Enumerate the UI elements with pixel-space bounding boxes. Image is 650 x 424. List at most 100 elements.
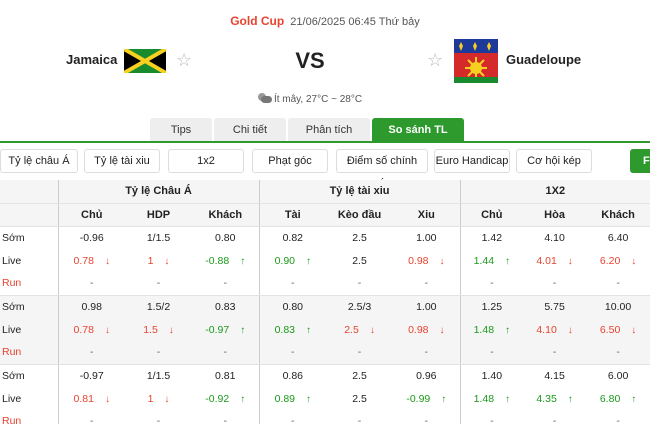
odds-cell[interactable]: 4.15	[523, 364, 586, 387]
tab-odds-compare[interactable]: So sánh TL	[372, 118, 464, 142]
odds-cell[interactable]: 0.89 ↑	[258, 387, 327, 410]
tab-tips[interactable]: Tips	[150, 118, 212, 142]
odds-cell[interactable]: -0.97	[57, 364, 125, 387]
odds-cell[interactable]: -	[326, 272, 394, 296]
odds-cell[interactable]: -	[459, 410, 524, 424]
odds-cell[interactable]: -	[523, 272, 587, 296]
odds-cell[interactable]: -	[459, 341, 524, 365]
tab-details[interactable]: Chi tiết	[214, 118, 286, 142]
odds-cell[interactable]: -	[258, 272, 327, 296]
odds-cell[interactable]: -0.96	[57, 226, 125, 249]
odds-cell[interactable]: 1/1.5	[125, 364, 192, 387]
odds-cell[interactable]: 10.00	[586, 295, 650, 318]
odds-cell[interactable]: 0.81	[192, 364, 259, 387]
odds-cell[interactable]: 0.80	[258, 295, 327, 318]
odds-cell[interactable]: 0.98	[57, 295, 125, 318]
odds-cell[interactable]: 2.5/3	[326, 295, 394, 318]
filter-euro-handicap[interactable]: Euro Handicap	[434, 149, 510, 173]
odds-cell[interactable]: 1.40	[459, 364, 524, 387]
odds-cell[interactable]: -	[57, 272, 125, 296]
odds-cell[interactable]: -	[57, 341, 125, 365]
odds-cell[interactable]: 1.42	[459, 226, 524, 249]
odds-cell[interactable]: 1.5/2	[125, 295, 192, 318]
odds-cell[interactable]: -	[586, 341, 650, 365]
odds-cell[interactable]: 1.25	[459, 295, 524, 318]
odds-cell[interactable]: 2.5	[326, 249, 393, 272]
filter-corners[interactable]: Phạt góc	[252, 149, 328, 173]
odds-cell[interactable]: -	[125, 341, 192, 365]
odds-value: 2.5	[352, 392, 367, 405]
subheader-line: Kèo đầu	[326, 203, 394, 227]
odds-cell[interactable]: 6.80 ↑	[586, 387, 650, 410]
odds-cell[interactable]: 0.98 ↓	[393, 249, 460, 272]
filter-over-under[interactable]: Tỷ lệ tài xiu	[84, 149, 160, 173]
filter-asian-handicap[interactable]: Tỷ lệ châu Á	[0, 149, 78, 173]
odds-cell[interactable]: -	[459, 272, 524, 296]
filter-correct-score[interactable]: Điểm số chính xác	[336, 149, 428, 189]
tab-analysis[interactable]: Phân tích	[288, 118, 370, 142]
odds-cell[interactable]: 2.5 ↓	[326, 318, 394, 341]
league-name[interactable]: Gold Cup	[230, 14, 284, 28]
odds-cell[interactable]: -	[326, 341, 394, 365]
odds-cell[interactable]: -	[125, 272, 192, 296]
odds-cell[interactable]: 1.00	[393, 226, 460, 249]
odds-cell[interactable]: 5.75	[523, 295, 587, 318]
odds-cell[interactable]: 1.5 ↓	[125, 318, 192, 341]
odds-cell[interactable]: 1.48 ↑	[459, 387, 524, 410]
odds-value: 6.50	[599, 323, 621, 336]
filter-more-button[interactable]: F	[630, 149, 650, 173]
odds-cell[interactable]: -	[326, 410, 394, 424]
odds-cell[interactable]: 0.82	[258, 226, 327, 249]
odds-cell[interactable]: 4.35 ↑	[523, 387, 586, 410]
filter-1x2[interactable]: 1x2	[168, 149, 244, 173]
odds-cell[interactable]: -	[125, 410, 192, 424]
odds-cell[interactable]: -	[393, 272, 461, 296]
odds-cell[interactable]: 0.78 ↓	[57, 249, 125, 272]
odds-cell[interactable]: 1.00	[393, 295, 461, 318]
odds-cell[interactable]: 0.98 ↓	[393, 318, 461, 341]
odds-cell[interactable]: 6.50 ↓	[586, 318, 650, 341]
odds-cell[interactable]: 1 ↓	[125, 249, 192, 272]
odds-cell[interactable]: 0.86	[258, 364, 327, 387]
odds-cell[interactable]: -	[393, 410, 461, 424]
odds-cell[interactable]: -	[192, 272, 260, 296]
odds-cell[interactable]: -	[192, 410, 260, 424]
away-team-name[interactable]: Guadeloupe	[506, 52, 581, 67]
odds-cell[interactable]: 4.10	[523, 226, 586, 249]
odds-cell[interactable]: -	[523, 410, 587, 424]
odds-cell[interactable]: -	[258, 341, 327, 365]
odds-cell[interactable]: 1.44 ↑	[459, 249, 524, 272]
odds-cell[interactable]: 0.83 ↑	[258, 318, 327, 341]
odds-cell[interactable]: 4.10 ↓	[523, 318, 587, 341]
odds-cell[interactable]: 2.5	[326, 364, 393, 387]
odds-cell[interactable]: 0.96	[393, 364, 460, 387]
odds-cell[interactable]: 1.48 ↑	[459, 318, 524, 341]
odds-cell[interactable]: 0.83	[192, 295, 260, 318]
odds-cell[interactable]: -0.92 ↑	[192, 387, 259, 410]
filter-double-chance[interactable]: Cơ hội kép	[516, 149, 592, 173]
odds-cell[interactable]: -0.88 ↑	[192, 249, 259, 272]
odds-cell[interactable]: -	[393, 341, 461, 365]
odds-cell[interactable]: -0.99 ↑	[393, 387, 460, 410]
odds-cell[interactable]: -	[586, 272, 650, 296]
odds-cell[interactable]: -	[192, 341, 260, 365]
odds-cell[interactable]: 0.81 ↓	[57, 387, 125, 410]
favorite-away-star-icon[interactable]: ☆	[427, 50, 443, 70]
odds-cell[interactable]: 2.5	[326, 226, 393, 249]
odds-cell[interactable]: 6.40	[586, 226, 650, 249]
odds-cell[interactable]: -0.97 ↑	[192, 318, 260, 341]
odds-cell[interactable]: 1 ↓	[125, 387, 192, 410]
odds-cell[interactable]: 1/1.5	[125, 226, 192, 249]
odds-cell[interactable]: 4.01 ↓	[523, 249, 586, 272]
odds-cell[interactable]: 2.5	[326, 387, 393, 410]
odds-cell[interactable]: -	[57, 410, 125, 424]
odds-cell[interactable]: 0.78 ↓	[57, 318, 125, 341]
odds-cell[interactable]: -	[523, 341, 587, 365]
odds-cell[interactable]: 0.80	[192, 226, 259, 249]
odds-cell[interactable]: 6.00	[586, 364, 650, 387]
odds-cell[interactable]: -	[258, 410, 327, 424]
odds-cell[interactable]: 0.90 ↑	[258, 249, 327, 272]
odds-cell[interactable]: 6.20 ↓	[586, 249, 650, 272]
odds-value: 6.40	[607, 231, 629, 244]
odds-cell[interactable]: -	[586, 410, 650, 424]
